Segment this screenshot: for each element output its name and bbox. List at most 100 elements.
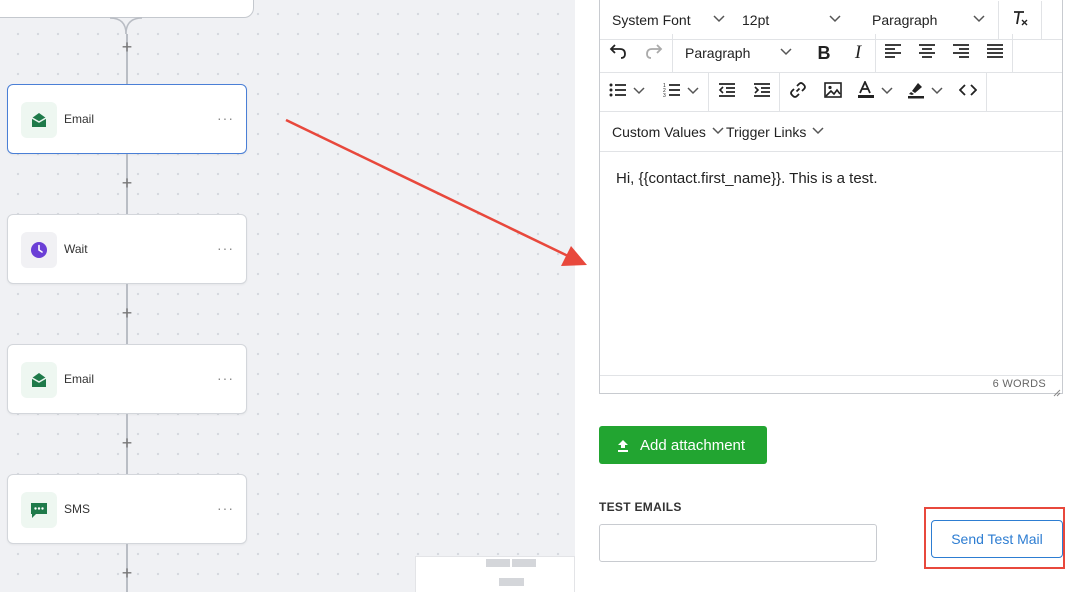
node-label: Email <box>64 372 95 386</box>
insert-image-button[interactable] <box>816 73 850 111</box>
custom-values-menu[interactable]: Custom Values <box>600 113 726 151</box>
workflow-node-sms[interactable]: SMS ··· <box>7 474 247 544</box>
outdent-icon <box>718 82 736 102</box>
highlight-color-button[interactable] <box>900 73 950 111</box>
bullet-list-button[interactable] <box>600 73 654 111</box>
chevron-down-icon <box>881 86 893 98</box>
minimap[interactable] <box>415 556 575 592</box>
add-step-button[interactable]: + <box>119 564 135 582</box>
editor-status-bar: 6 WORDS <box>600 375 1062 393</box>
align-right-button[interactable] <box>944 34 978 72</box>
indent-icon <box>753 82 771 102</box>
align-justify-button[interactable] <box>978 34 1012 72</box>
toolbar-row-merge: Custom Values Trigger Links <box>600 112 1062 152</box>
block-format-select[interactable]: Paragraph <box>673 34 807 72</box>
block-format-value: Paragraph <box>872 12 938 28</box>
workflow-canvas[interactable]: + Email ··· + Wait ··· + Email ··· + SMS… <box>0 0 575 592</box>
font-family-value: System Font <box>612 12 691 28</box>
test-emails-label: TEST EMAILS <box>599 500 682 514</box>
add-attachment-label: Add attachment <box>640 436 746 454</box>
highlight-icon <box>907 81 925 104</box>
workflow-node-wait[interactable]: Wait ··· <box>7 214 247 284</box>
align-center-icon <box>918 43 936 63</box>
minimap-node <box>486 559 510 567</box>
chevron-down-icon <box>931 86 943 98</box>
align-justify-icon <box>986 43 1004 63</box>
redo-button[interactable] <box>636 34 672 72</box>
numbered-list-icon: 123 <box>663 82 681 103</box>
more-options-icon[interactable]: ··· <box>217 501 234 515</box>
add-step-button[interactable]: + <box>119 174 135 192</box>
add-attachment-button[interactable]: Add attachment <box>599 426 767 464</box>
redo-icon <box>645 43 663 64</box>
more-options-icon[interactable]: ··· <box>217 111 234 125</box>
align-left-button[interactable] <box>876 34 910 72</box>
add-step-button[interactable]: + <box>119 434 135 452</box>
undo-button[interactable] <box>600 34 636 72</box>
numbered-list-button[interactable]: 123 <box>654 73 708 111</box>
chevron-down-icon <box>712 126 724 138</box>
workflow-node-email[interactable]: Email ··· <box>7 344 247 414</box>
email-icon <box>21 102 57 138</box>
chevron-down-icon <box>780 47 792 59</box>
email-editor-panel: System Font 12pt Paragraph Paragraph B I… <box>575 0 1069 592</box>
text-color-button[interactable] <box>850 73 900 111</box>
chevron-down-icon <box>829 14 841 26</box>
source-code-button[interactable] <box>950 73 986 111</box>
test-emails-input[interactable] <box>599 524 877 562</box>
svg-text:3: 3 <box>663 93 666 98</box>
send-test-mail-label: Send Test Mail <box>951 531 1043 547</box>
toolbar-row-insert: 123 <box>600 73 1062 112</box>
chevron-down-icon <box>973 14 985 26</box>
branch-connector <box>109 17 143 35</box>
align-right-icon <box>952 43 970 63</box>
bold-icon: B <box>817 42 831 63</box>
chevron-down-icon <box>633 86 645 98</box>
upload-icon <box>617 439 629 452</box>
clock-icon <box>21 232 57 268</box>
node-label: Email <box>64 112 95 126</box>
text-color-icon <box>857 79 875 104</box>
email-icon <box>21 362 57 398</box>
code-icon <box>958 83 978 101</box>
custom-values-label: Custom Values <box>612 123 706 140</box>
send-test-mail-button[interactable]: Send Test Mail <box>931 520 1063 558</box>
resize-handle-icon[interactable] <box>1053 384 1061 397</box>
trigger-links-label: Trigger Links <box>726 123 807 140</box>
toolbar-divider <box>986 73 987 111</box>
undo-icon <box>609 43 627 64</box>
indent-button[interactable] <box>745 73 779 111</box>
node-label: Wait <box>64 242 88 256</box>
minimap-node <box>512 559 536 567</box>
rich-text-editor: System Font 12pt Paragraph Paragraph B I… <box>599 0 1063 397</box>
word-count: 6 WORDS <box>992 378 1046 390</box>
insert-link-button[interactable] <box>780 73 816 111</box>
clear-formatting-icon <box>1011 9 1029 32</box>
italic-button[interactable]: I <box>841 34 875 72</box>
trigger-links-menu[interactable]: Trigger Links <box>726 113 846 151</box>
minimap-node <box>499 578 524 586</box>
add-step-button[interactable]: + <box>119 304 135 322</box>
outdent-button[interactable] <box>709 73 745 111</box>
italic-icon: I <box>854 42 862 63</box>
node-label: SMS <box>64 502 91 516</box>
add-step-button[interactable]: + <box>119 38 135 56</box>
bullet-list-icon <box>609 83 627 102</box>
font-size-value: 12pt <box>742 12 770 28</box>
more-options-icon[interactable]: ··· <box>217 371 234 385</box>
more-options-icon[interactable]: ··· <box>217 241 234 255</box>
toolbar-row-format: Paragraph B I <box>600 34 1062 73</box>
sms-icon <box>21 492 57 528</box>
image-icon <box>824 81 842 103</box>
email-body-text: Hi, {{contact.first_name}}. This is a te… <box>616 170 878 187</box>
toolbar-divider <box>1012 34 1013 72</box>
chevron-down-icon <box>713 14 725 26</box>
chevron-down-icon <box>812 126 824 138</box>
chevron-down-icon <box>687 86 699 98</box>
bold-button[interactable]: B <box>807 34 841 72</box>
align-center-button[interactable] <box>910 34 944 72</box>
block-format-value: Paragraph <box>685 45 751 61</box>
align-left-icon <box>884 43 902 63</box>
workflow-node-email[interactable]: Email ··· <box>7 84 247 154</box>
editor-content[interactable]: Hi, {{contact.first_name}}. This is a te… <box>600 152 1062 376</box>
